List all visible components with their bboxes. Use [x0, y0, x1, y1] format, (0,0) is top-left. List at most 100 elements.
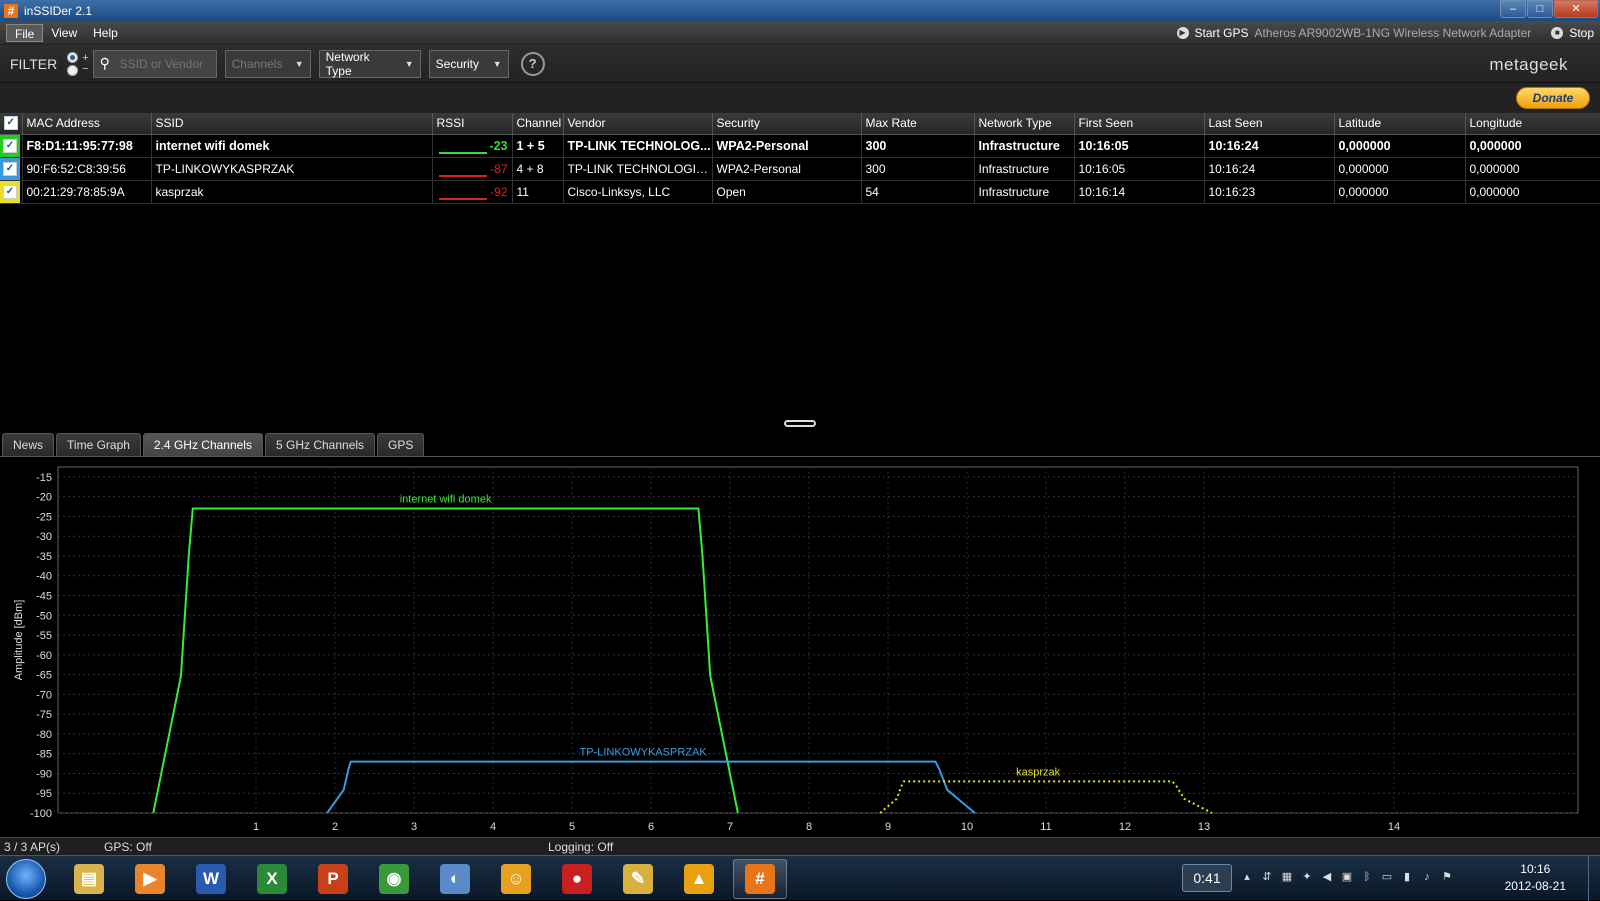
- taskbar-app-tool-app[interactable]: ✎: [611, 859, 665, 899]
- taskbar-app-messenger[interactable]: ◐: [428, 859, 482, 899]
- maximize-button[interactable]: □: [1527, 0, 1553, 18]
- row-color-swatch[interactable]: ✓: [0, 180, 23, 204]
- chart-x-tick-label: 13: [1198, 821, 1210, 833]
- chart-y-tick-label: -85: [36, 749, 52, 761]
- adapter-selector[interactable]: Atheros AR9002WB-1NG Wireless Network Ad…: [1255, 26, 1532, 40]
- pane-splitter-handle[interactable]: [784, 420, 816, 427]
- column-header-first-seen[interactable]: First Seen: [1074, 113, 1205, 135]
- chart-y-tick-label: -65: [36, 670, 52, 682]
- column-header-latitude[interactable]: Latitude: [1334, 113, 1466, 135]
- menu-bar: File View Help ▶ Start GPS Atheros AR900…: [0, 21, 1600, 45]
- cell-longitude: 0,000000: [1465, 180, 1600, 204]
- column-header-mac[interactable]: MAC Address: [22, 113, 152, 135]
- show-desktop-button[interactable]: [1588, 856, 1600, 901]
- channel-chart: -15 -20 -25 -30 -35 -40 -45 -50 -55 -60 -65 -70 -75 -…: [13, 466, 1579, 833]
- cell-mac: F8:D1:11:95:77:98: [22, 134, 152, 158]
- row-color-swatch[interactable]: ✓: [0, 134, 23, 158]
- row-color-swatch-fill: ✓: [0, 180, 20, 202]
- start-gps-button[interactable]: Start GPS: [1195, 26, 1249, 40]
- stop-button[interactable]: Stop: [1569, 26, 1594, 40]
- taskbar-app-excel[interactable]: X: [245, 859, 299, 899]
- taskbar-app-explorer[interactable]: ▤: [62, 859, 116, 899]
- table-row[interactable]: ✓ 00:21:29:78:85:9A kasprzak -92 11 Cisco-Lin…: [0, 180, 1600, 204]
- menu-file[interactable]: File: [6, 23, 44, 42]
- column-header-rssi[interactable]: RSSI: [432, 113, 513, 135]
- menu-view[interactable]: View: [43, 24, 85, 42]
- donate-button[interactable]: Donate: [1516, 87, 1590, 109]
- table-row[interactable]: ✓ F8:D1:11:95:77:98 internet wifi domek -23…: [0, 134, 1600, 158]
- filter-exclude-radio[interactable]: [67, 64, 79, 76]
- tray-arrow-icon[interactable]: ▴: [1240, 870, 1254, 884]
- tray-bluetooth-icon[interactable]: ᛒ: [1360, 870, 1374, 884]
- cell-security: WPA2-Personal: [712, 134, 862, 158]
- taskbar-app-chrome[interactable]: ◉: [367, 859, 421, 899]
- taskbar-app-inssider[interactable]: #: [733, 859, 787, 899]
- tab-2-4-ghz-channels[interactable]: 2.4 GHz Channels: [142, 433, 263, 456]
- column-header-vendor[interactable]: Vendor: [563, 113, 713, 135]
- column-header-network-type[interactable]: Network Type: [974, 113, 1075, 135]
- taskbar-app-record-app[interactable]: ●: [550, 859, 604, 899]
- tab-time-graph[interactable]: Time Graph: [56, 433, 141, 456]
- chart-y-tick-label: -60: [36, 650, 52, 662]
- select-all-header[interactable]: ✓: [0, 113, 23, 135]
- select-all-checkbox[interactable]: ✓: [3, 116, 18, 131]
- security-dropdown[interactable]: Security ▼: [428, 49, 509, 78]
- column-header-ssid[interactable]: SSID: [151, 113, 433, 135]
- tab-news[interactable]: News: [2, 433, 55, 456]
- chart-x-tick-label: 12: [1119, 821, 1131, 833]
- close-button[interactable]: ✕: [1554, 0, 1598, 18]
- search-box[interactable]: ⚲: [92, 49, 217, 78]
- start-gps-icon[interactable]: ▶: [1176, 27, 1189, 39]
- help-button[interactable]: ?: [520, 51, 545, 76]
- chart-series-label: internet wifi domek: [400, 494, 492, 506]
- cell-rssi: -92: [432, 180, 513, 204]
- column-header-channel[interactable]: Channel: [512, 113, 564, 135]
- minimize-button[interactable]: –: [1500, 0, 1526, 18]
- tray-device-icon[interactable]: ▣: [1340, 870, 1354, 884]
- column-header-max-rate[interactable]: Max Rate: [861, 113, 975, 135]
- chart-y-tick-label: -30: [36, 531, 52, 543]
- column-header-last-seen[interactable]: Last Seen: [1204, 113, 1335, 135]
- chart-series-label: TP-LINKOWYKASPRZAK: [580, 747, 708, 759]
- table-row[interactable]: ✓ 90:F6:52:C8:39:56 TP-LINKOWYKASPRZAK -87 4…: [0, 157, 1600, 181]
- taskbar-app-word[interactable]: W: [184, 859, 238, 899]
- row-visible-checkbox[interactable]: ✓: [3, 138, 17, 153]
- ap-count-status: 3 / 3 AP(s): [4, 840, 61, 854]
- taskbar-app-powerpoint[interactable]: P: [306, 859, 360, 899]
- tray-display-icon[interactable]: ▭: [1380, 870, 1394, 884]
- ssid-vendor-search-input[interactable]: [119, 56, 214, 71]
- start-button[interactable]: [6, 859, 46, 899]
- row-visible-checkbox[interactable]: ✓: [3, 184, 17, 199]
- tray-usb-icon[interactable]: ⇵: [1260, 870, 1274, 884]
- filter-include-radio[interactable]: [67, 51, 79, 63]
- taskbar-app-warning-app[interactable]: ▲: [672, 859, 726, 899]
- tab-gps[interactable]: GPS: [377, 433, 425, 456]
- cell-mac: 00:21:29:78:85:9A: [22, 180, 152, 204]
- tray-signal-icon[interactable]: ▮: [1400, 870, 1414, 884]
- timer-widget[interactable]: 0:41: [1182, 864, 1232, 892]
- security-dropdown-label: Security: [435, 56, 479, 71]
- column-header-security[interactable]: Security: [712, 113, 862, 135]
- menu-help[interactable]: Help: [85, 24, 126, 42]
- row-visible-checkbox[interactable]: ✓: [3, 161, 17, 176]
- network-type-dropdown[interactable]: Network Type ▼: [318, 49, 421, 78]
- gps-status: GPS: Off: [104, 840, 152, 854]
- rssi-sparkline: [438, 151, 487, 154]
- channels-dropdown[interactable]: Channels ▼: [224, 49, 311, 78]
- tray-flag-icon[interactable]: ⚑: [1440, 870, 1454, 884]
- tab-5-ghz-channels[interactable]: 5 GHz Channels: [264, 433, 376, 456]
- chart-y-tick-label: -15: [36, 472, 52, 484]
- tray-security-icon[interactable]: ✦: [1300, 870, 1314, 884]
- system-clock[interactable]: 10:16 2012-08-21: [1505, 861, 1566, 895]
- windows-taskbar: ▤ ▶ W X P ◉ ◐ ☺ ● ✎ ▲ # 0:41 ▴ ⇵ ▦ ✦ ◀ ▣ ᛒ ▭ ▮ ♪ ⚑ …: [0, 855, 1600, 901]
- tray-app-icon[interactable]: ▦: [1280, 870, 1294, 884]
- tray-volume-mute-icon[interactable]: ◀: [1320, 870, 1334, 884]
- row-color-swatch[interactable]: ✓: [0, 157, 23, 181]
- taskbar-app-media-player[interactable]: ▶: [123, 859, 177, 899]
- taskbar-app-sun-app[interactable]: ☺: [489, 859, 543, 899]
- chart-x-tick-label: 5: [569, 821, 575, 833]
- column-header-longitude[interactable]: Longitude: [1465, 113, 1600, 135]
- plus-label: +: [82, 51, 89, 64]
- tray-speaker-icon[interactable]: ♪: [1420, 870, 1434, 884]
- stop-icon[interactable]: ■: [1551, 27, 1564, 39]
